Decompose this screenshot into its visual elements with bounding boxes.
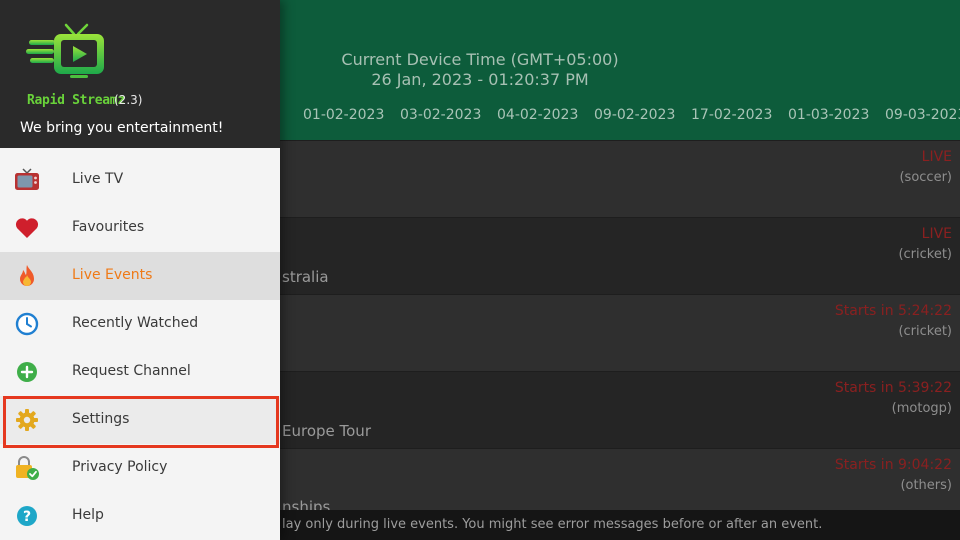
fire-icon xyxy=(20,265,34,286)
heart-icon xyxy=(15,218,39,238)
menu-item-privacy-policy[interactable]: Privacy Policy xyxy=(0,444,280,492)
event-sport: (motogp) xyxy=(891,401,952,416)
menu-item-help[interactable]: ? Help xyxy=(0,492,280,540)
app-name: Rapid Streamz xyxy=(27,93,125,108)
menu-item-label: Help xyxy=(72,507,104,523)
date-tab[interactable]: 09-03-2023 xyxy=(885,107,960,123)
menu-item-request-channel[interactable]: Request Channel xyxy=(0,348,280,396)
svg-text:?: ? xyxy=(23,509,31,525)
menu-item-favourites[interactable]: Favourites xyxy=(0,204,280,252)
event-sport: (cricket) xyxy=(898,324,952,339)
menu-item-label: Live Events xyxy=(72,267,153,283)
event-status: LIVE xyxy=(921,226,952,242)
menu-item-label: Recently Watched xyxy=(72,315,199,331)
menu-item-label: Settings xyxy=(72,411,130,427)
app-tagline: We bring you entertainment! xyxy=(20,120,224,136)
event-title: stralia xyxy=(282,268,329,286)
gear-icon xyxy=(16,409,38,431)
menu-item-settings[interactable]: Settings xyxy=(0,396,280,444)
event-title: Europe Tour xyxy=(282,422,371,440)
device-time-value: 26 Jan, 2023 - 01:20:37 PM xyxy=(371,70,589,89)
date-tab[interactable]: 03-02-2023 xyxy=(400,107,481,123)
menu-item-label: Favourites xyxy=(72,219,145,235)
menu-item-label: Privacy Policy xyxy=(72,459,168,475)
menu-item-recently-watched[interactable]: Recently Watched xyxy=(0,300,280,348)
navigation-drawer: Rapid Streamz (2.3) We bring you enterta… xyxy=(0,0,280,540)
drawer-header: Rapid Streamz (2.3) We bring you enterta… xyxy=(0,0,280,148)
tv-icon xyxy=(15,168,39,190)
menu-item-live-tv[interactable]: Live TV xyxy=(0,156,280,204)
help-icon: ? xyxy=(17,506,37,526)
rapid-streamz-logo-icon xyxy=(26,23,104,78)
plus-circle-icon xyxy=(17,362,37,382)
date-tab[interactable]: 01-02-2023 xyxy=(303,107,384,123)
menu-item-label: Request Channel xyxy=(72,363,191,379)
event-status: LIVE xyxy=(921,149,952,165)
event-sport: (others) xyxy=(900,478,952,493)
event-sport: (cricket) xyxy=(898,247,952,262)
menu-item-label: Live TV xyxy=(72,171,124,187)
event-status: Starts in 9:04:22 xyxy=(834,457,952,473)
event-sport: (soccer) xyxy=(899,170,952,185)
date-tab[interactable]: 09-02-2023 xyxy=(594,107,675,123)
date-tab[interactable]: 04-02-2023 xyxy=(497,107,578,123)
lock-check-icon xyxy=(16,456,39,480)
menu-item-live-events[interactable]: Live Events xyxy=(0,252,280,300)
clock-icon xyxy=(15,312,39,336)
footer-note-text: lay only during live events. You might s… xyxy=(282,517,823,532)
app-version: (2.3) xyxy=(114,93,143,107)
drawer-menu: Live TV Favourites Live Events Recently … xyxy=(0,156,280,540)
event-status: Starts in 5:39:22 xyxy=(834,380,952,396)
event-status: Starts in 5:24:22 xyxy=(834,303,952,319)
date-tab[interactable]: 17-02-2023 xyxy=(691,107,772,123)
date-tab[interactable]: 01-03-2023 xyxy=(788,107,869,123)
device-time-label: Current Device Time (GMT+05:00) xyxy=(341,50,619,69)
